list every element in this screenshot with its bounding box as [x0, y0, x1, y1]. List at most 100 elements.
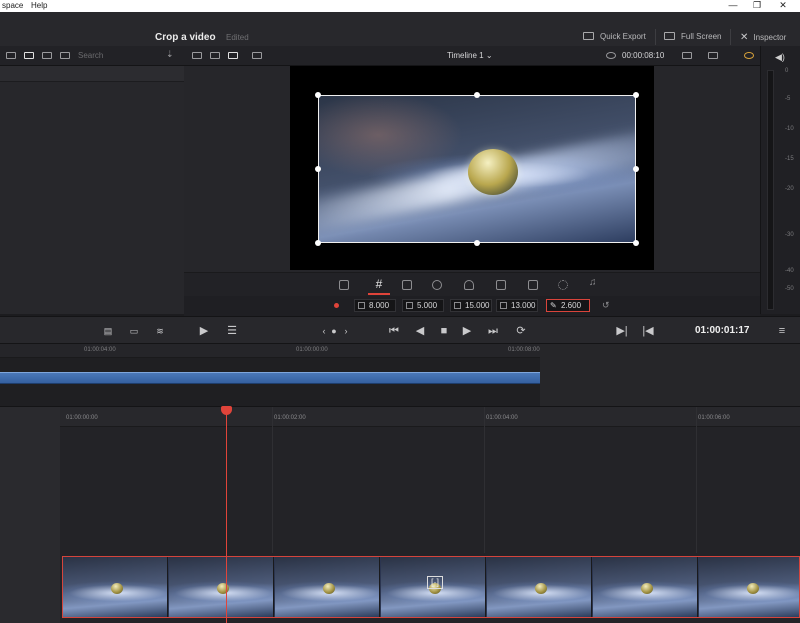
clip-thumbnail	[487, 557, 592, 617]
play-button[interactable]: ▶	[459, 325, 475, 337]
stabilize-tool-icon[interactable]	[496, 280, 506, 290]
crop-handle-bottom-right[interactable]	[633, 240, 639, 246]
lens-tool-icon[interactable]	[528, 280, 538, 290]
close-window-button[interactable]: ✕	[772, 0, 794, 12]
skip-to-end-button[interactable]: ⏭	[485, 325, 501, 337]
crop-handle-top-right[interactable]	[633, 92, 639, 98]
clip-thumbnail	[63, 557, 168, 617]
playhead-line[interactable]	[226, 406, 227, 623]
ruler-label: 01:00:08:00	[508, 347, 540, 353]
crop-handle-top[interactable]	[474, 92, 480, 98]
view-option-icon[interactable]	[192, 52, 202, 59]
crop-handle-top-left[interactable]	[315, 92, 321, 98]
crop-bottom-field[interactable]: 5.000	[402, 299, 444, 312]
ruler-label: 01:00:00:00	[296, 347, 328, 353]
crop-top-value: 8.000	[369, 301, 390, 310]
stop-button[interactable]: ■	[436, 325, 452, 337]
menu-icon[interactable]: ≡	[774, 325, 790, 337]
color-icon[interactable]	[744, 52, 754, 59]
full-screen-button[interactable]: Full Screen	[664, 32, 721, 41]
clip-thumbnail	[275, 557, 380, 617]
reset-icon[interactable]: ↺	[602, 300, 610, 311]
audio-view-icon[interactable]: ≋	[152, 325, 168, 337]
meter-tick: -10	[785, 126, 794, 132]
zoom-tool-icon[interactable]	[402, 280, 412, 290]
inspector-button[interactable]: ✕ Inspector	[740, 32, 786, 43]
quick-export-button[interactable]: Quick Export	[583, 32, 646, 41]
ruler-label: 01:00:04:00	[84, 347, 116, 353]
meter-tick: -5	[785, 96, 791, 102]
mark-out-button[interactable]: |◀	[640, 325, 656, 337]
crop-right-field[interactable]: 13.000	[496, 299, 538, 312]
softness-value: 2.600	[561, 301, 582, 310]
crop-left-icon	[454, 302, 461, 309]
dynamic-zoom-icon[interactable]	[558, 280, 568, 290]
crop-bottom-value: 5.000	[417, 301, 438, 310]
timeline-selector[interactable]: Timeline 1 ⌄	[447, 51, 493, 60]
settings-sliders-icon[interactable]: ☰	[224, 325, 240, 337]
chevron-right-icon[interactable]: ›	[338, 325, 354, 337]
minimize-button[interactable]: —	[722, 0, 744, 12]
planet	[323, 583, 335, 594]
keyframe-icon[interactable]	[334, 303, 339, 308]
full-screen-icon	[664, 32, 675, 40]
crop-left-field[interactable]: 15.000	[450, 299, 492, 312]
clip-view-icon[interactable]: ▤	[100, 325, 116, 337]
track-header	[0, 407, 60, 623]
sort-icon[interactable]: ⇣	[166, 49, 176, 59]
bypass-icon[interactable]	[682, 52, 692, 59]
grid-view-icon[interactable]	[24, 52, 34, 59]
speed-tool-icon[interactable]	[464, 280, 474, 290]
crop-handle-right[interactable]	[633, 166, 639, 172]
crop-handle-bottom[interactable]	[474, 240, 480, 246]
meter-tick: 0	[785, 68, 789, 74]
crop-top-field[interactable]: 8.000	[354, 299, 396, 312]
gridline	[696, 407, 697, 553]
meter-tick: -40	[785, 268, 794, 274]
softness-field[interactable]: ✎ 2.600	[546, 299, 590, 312]
speaker-icon[interactable]: ◀)	[775, 52, 785, 63]
skip-to-start-button[interactable]: ⏮	[386, 325, 402, 337]
crop-handle-bottom-left[interactable]	[315, 240, 321, 246]
playhead-timecode: 01:00:01:17	[695, 325, 750, 336]
restore-button[interactable]: ❐	[746, 0, 768, 12]
crop-right-icon	[500, 302, 507, 309]
project-header: Crop a video Edited Quick Export Full Sc…	[0, 12, 800, 46]
loop-button[interactable]: ⟳	[513, 325, 529, 337]
mark-in-button[interactable]: ▶|	[614, 325, 630, 337]
composite-tool-icon[interactable]	[432, 280, 442, 290]
strip-view-icon[interactable]	[42, 52, 52, 59]
pen-icon: ✎	[550, 301, 557, 310]
overview-clip[interactable]	[0, 372, 540, 384]
play-options-icon[interactable]: ▶	[196, 325, 212, 337]
transform-tool-icon[interactable]	[339, 280, 349, 290]
search-input[interactable]: Search	[78, 50, 168, 62]
overview-ruler[interactable]: 01:00:04:00 01:00:00:00 01:00:08:00	[0, 344, 540, 358]
toolbar: Search ⇣ Timeline 1 ⌄ 00:00:08:10	[0, 46, 800, 66]
thumbnail-view-icon[interactable]	[6, 52, 16, 59]
audio-tool-icon[interactable]: ♫	[589, 277, 599, 288]
meter-tick: -15	[785, 156, 794, 162]
crop-right-value: 13.000	[511, 301, 536, 310]
menu-workspace[interactable]: space	[2, 1, 23, 10]
export-icon	[583, 32, 594, 40]
edit-status: Edited	[226, 33, 249, 42]
viewer-mode-icon[interactable]	[228, 52, 238, 59]
view-option-icon[interactable]	[210, 52, 220, 59]
crop-handle-left[interactable]	[315, 166, 321, 172]
chevron-down-icon: ⌄	[485, 51, 493, 60]
crop-left-value: 15.000	[465, 301, 490, 310]
menu-help[interactable]: Help	[31, 1, 47, 10]
reverse-play-button[interactable]: ◀	[412, 325, 428, 337]
viewer-tools: # ♫	[184, 272, 760, 296]
crop-border[interactable]	[318, 95, 636, 243]
list-view-icon[interactable]	[60, 52, 70, 59]
crop-top-icon	[358, 302, 365, 309]
timeline-ruler[interactable]: 01:00:00:00 01:00:02:00 01:00:04:00 01:0…	[60, 407, 800, 427]
crop-tool-icon[interactable]: #	[368, 275, 390, 295]
planet	[641, 583, 653, 594]
os-title-bar: space Help — ❐ ✕	[0, 0, 800, 12]
safe-area-icon[interactable]	[252, 52, 262, 59]
transform-overlay-icon[interactable]	[708, 52, 718, 59]
clip-view-icon[interactable]: ▭	[126, 325, 142, 337]
